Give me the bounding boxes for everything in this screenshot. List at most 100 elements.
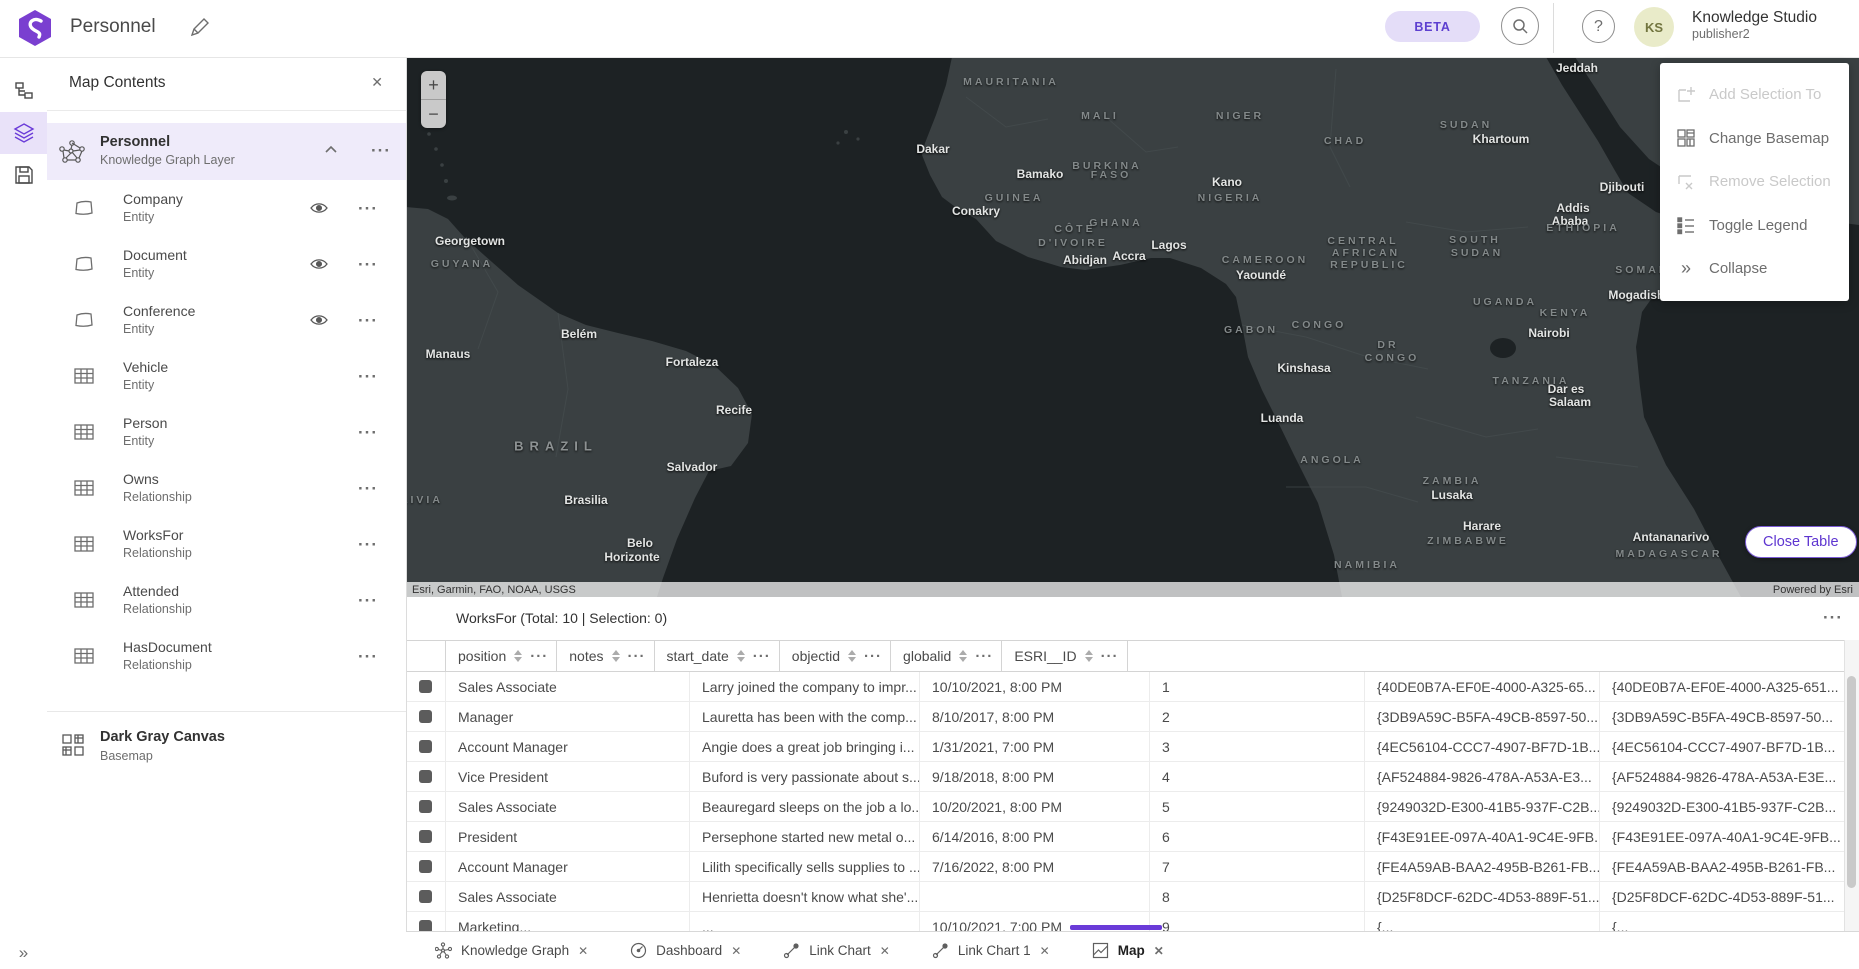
column-header[interactable]: start_date ··· <box>655 641 780 671</box>
table-vertical-scrollbar[interactable] <box>1844 640 1859 931</box>
table-row[interactable]: Sales Associate Larry joined the company… <box>406 672 1845 702</box>
layer-row[interactable]: Vehicle Entity ··· <box>47 348 406 404</box>
menu-item[interactable]: Remove Selection <box>1660 160 1849 204</box>
layer-row[interactable]: Attended Relationship ··· <box>47 572 406 628</box>
view-tab[interactable]: Link Chart 1 ✕ <box>911 932 1071 969</box>
menu-item-label: Add Selection To <box>1709 86 1821 103</box>
row-checkbox[interactable] <box>419 680 432 693</box>
view-tab[interactable]: Knowledge Graph ✕ <box>414 932 609 969</box>
edit-title-pencil-icon[interactable] <box>188 15 212 39</box>
basemap-row[interactable]: Dark Gray Canvas Basemap <box>47 718 406 774</box>
visibility-eye-icon[interactable] <box>309 254 329 274</box>
sort-icon[interactable] <box>959 650 967 662</box>
sort-icon[interactable] <box>848 650 856 662</box>
search-button[interactable] <box>1501 7 1539 45</box>
map-contents-layers-button[interactable] <box>0 112 47 154</box>
sort-icon[interactable] <box>1085 650 1093 662</box>
row-checkbox[interactable] <box>419 710 432 723</box>
layer-options-icon[interactable]: ··· <box>358 424 378 441</box>
column-header[interactable]: position ··· <box>446 641 557 671</box>
layer-options-icon[interactable]: ··· <box>358 480 378 497</box>
tab-close-icon[interactable]: ✕ <box>578 944 588 958</box>
menu-item[interactable]: Add Selection To <box>1660 73 1849 117</box>
catalog-tree-button[interactable] <box>0 70 47 112</box>
layer-row[interactable]: HasDocument Relationship ··· <box>47 628 406 684</box>
cell-objectid: 1 <box>1150 672 1365 701</box>
column-header[interactable]: notes ··· <box>557 641 654 671</box>
tab-close-icon[interactable]: ✕ <box>1154 944 1164 958</box>
visibility-eye-icon[interactable] <box>309 198 329 218</box>
panel-close-icon[interactable]: ✕ <box>371 74 383 91</box>
layer-options-icon[interactable]: ··· <box>358 592 378 609</box>
row-checkbox[interactable] <box>419 740 432 753</box>
column-label: position <box>458 648 506 664</box>
tab-close-icon[interactable]: ✕ <box>731 944 741 958</box>
layer-row[interactable]: Document Entity ··· <box>47 236 406 292</box>
layer-group-name: Personnel <box>100 134 170 150</box>
view-tab[interactable]: Dashboard ✕ <box>609 932 762 969</box>
app-logo-icon[interactable] <box>16 9 54 47</box>
layer-options-icon[interactable]: ··· <box>358 200 378 217</box>
layer-options-icon[interactable]: ··· <box>358 368 378 385</box>
table-row[interactable]: Sales Associate Beauregard sleeps on the… <box>406 792 1845 822</box>
layer-row[interactable]: Company Entity ··· <box>47 180 406 236</box>
layer-options-icon[interactable]: ··· <box>358 256 378 273</box>
column-header[interactable]: ESRI__ID ··· <box>1002 641 1127 671</box>
collapse-group-chevron-icon[interactable] <box>323 142 339 158</box>
layer-group-personnel[interactable]: Personnel Knowledge Graph Layer ··· <box>47 123 406 180</box>
layer-row[interactable]: Owns Relationship ··· <box>47 460 406 516</box>
save-button[interactable] <box>0 154 47 196</box>
menu-item[interactable]: Toggle Legend <box>1660 204 1849 248</box>
column-options-icon[interactable]: ··· <box>975 649 993 664</box>
column-options-icon[interactable]: ··· <box>1101 649 1119 664</box>
column-options-icon[interactable]: ··· <box>628 649 646 664</box>
table-row[interactable]: Account Manager Lilith specifically sell… <box>406 852 1845 882</box>
tab-close-icon[interactable]: ✕ <box>880 944 890 958</box>
layer-options-icon[interactable]: ··· <box>358 312 378 329</box>
row-checkbox[interactable] <box>419 800 432 813</box>
cell-position: Sales Associate <box>446 792 690 821</box>
row-checkbox[interactable] <box>419 830 432 843</box>
user-avatar[interactable]: KS <box>1634 7 1674 47</box>
table-options-icon[interactable]: ··· <box>1823 609 1843 626</box>
zoom-in-button[interactable]: + <box>421 71 446 100</box>
row-checkbox[interactable] <box>419 770 432 783</box>
layer-row[interactable]: Conference Entity ··· <box>47 292 406 348</box>
table-row[interactable]: Manager Lauretta has been with the comp.… <box>406 702 1845 732</box>
sort-icon[interactable] <box>612 650 620 662</box>
row-checkbox[interactable] <box>419 860 432 873</box>
sort-icon[interactable] <box>514 650 522 662</box>
help-button[interactable]: ? <box>1582 10 1615 43</box>
expand-toolbar-button[interactable]: » <box>0 943 47 963</box>
layer-options-icon[interactable]: ··· <box>358 648 378 665</box>
layer-group-options-icon[interactable]: ··· <box>371 142 391 159</box>
table-horizontal-scrollbar-thumb[interactable] <box>1070 925 1162 930</box>
sort-icon[interactable] <box>737 650 745 662</box>
column-header[interactable]: globalid ··· <box>891 641 1002 671</box>
menu-item[interactable]: » Collapse <box>1660 247 1849 291</box>
close-table-button[interactable]: Close Table <box>1745 526 1857 558</box>
map-view: JeddahDakarBamakoKanoKhartoumConakryDjib… <box>406 57 1859 597</box>
layer-row[interactable]: Person Entity ··· <box>47 404 406 460</box>
table-row[interactable]: Sales Associate Henrietta doesn't know w… <box>406 882 1845 912</box>
row-checkbox[interactable] <box>419 890 432 903</box>
column-options-icon[interactable]: ··· <box>864 649 882 664</box>
table-row[interactable]: Account Manager Angie does a great job b… <box>406 732 1845 762</box>
row-checkbox[interactable] <box>419 920 432 931</box>
layer-row[interactable]: WorksFor Relationship ··· <box>47 516 406 572</box>
view-tab[interactable]: Link Chart ✕ <box>762 932 911 969</box>
zoom-out-button[interactable]: − <box>421 100 446 128</box>
view-tab[interactable]: Map ✕ <box>1071 932 1185 969</box>
map-canvas[interactable] <box>406 57 1859 597</box>
table-vertical-scrollbar-thumb[interactable] <box>1847 676 1856 888</box>
table-row[interactable]: Vice President Buford is very passionate… <box>406 762 1845 792</box>
menu-item[interactable]: Change Basemap <box>1660 117 1849 161</box>
layer-options-icon[interactable]: ··· <box>358 536 378 553</box>
column-options-icon[interactable]: ··· <box>753 649 771 664</box>
visibility-eye-icon[interactable] <box>309 310 329 330</box>
cell-globalid: {9249032D-E300-41B5-937F-C2B... <box>1365 792 1600 821</box>
column-options-icon[interactable]: ··· <box>530 649 548 664</box>
column-header[interactable]: objectid ··· <box>780 641 891 671</box>
tab-close-icon[interactable]: ✕ <box>1040 944 1050 958</box>
table-row[interactable]: President Persephone started new metal o… <box>406 822 1845 852</box>
